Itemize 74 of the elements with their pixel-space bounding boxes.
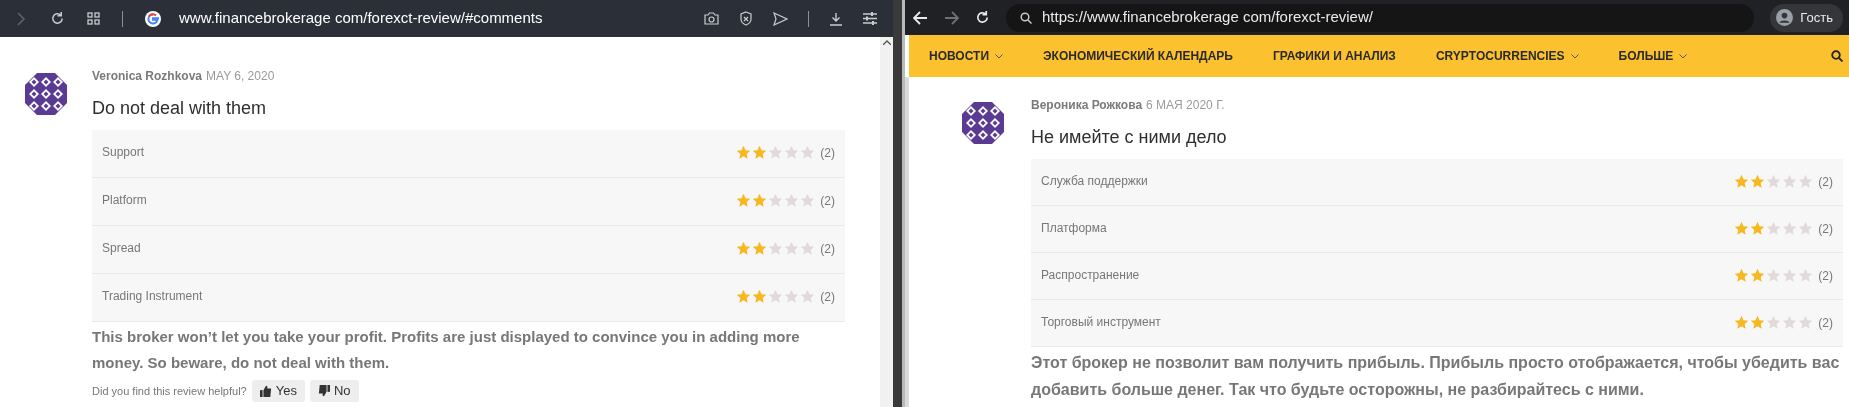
url-text: https://www.financebrokerage com/forexct-review/ [1042,7,1373,28]
no-button[interactable]: No [309,380,359,402]
filled-star-icon [1734,315,1750,330]
shield-icon[interactable] [739,11,753,26]
reload-icon[interactable] [975,10,990,25]
profile-button[interactable]: Гость [1770,3,1843,32]
chevron-down-icon [995,53,1004,59]
filled-star-icon [736,193,752,208]
nav-link[interactable]: БОЛЬШЕ [1618,47,1688,65]
rating-count: (2) [1818,315,1833,332]
forward-icon[interactable] [944,10,959,25]
helpful-question: Did you find this review helpful? [92,383,247,399]
nav-link[interactable]: CRYPTOCURRENCIES [1435,47,1579,65]
yes-button[interactable]: Yes [251,380,305,402]
rating-count: (2) [820,193,835,210]
nav-link[interactable]: ЭКОНОМИЧЕСКИЙ КАЛЕНДАРЬ [1043,47,1233,65]
rating-count: (2) [820,145,835,162]
filled-star-icon [1734,174,1750,189]
reload-icon[interactable] [50,11,65,26]
author-name[interactable]: Veronica Rozhkova [92,67,203,85]
filled-star-icon [752,145,768,160]
filled-star-icon [752,241,768,256]
rating-label: Платформа [1041,220,1107,237]
filled-star-icon [752,193,768,208]
rating-label: Служба поддержки [1041,173,1148,190]
filled-star-icon [1750,221,1766,236]
search-icon [1020,11,1032,24]
review-text: Этот брокер не позволит вам получить прибыль. Прибыль просто отображается, чтобы убедить вас добавить больше денег. Так что будьте осторожны, не разбирайтесь с ними. [1031,353,1841,400]
scroll-up-icon[interactable] [882,40,891,45]
user-icon [1776,9,1794,26]
rating-label: Spread [102,240,141,257]
rating-label: Trading Instrument [102,288,203,305]
filled-star-icon [736,241,752,256]
rating-label: Platform [102,192,147,209]
filled-star-icon [1734,268,1750,283]
filled-star-icon [1734,221,1750,236]
filled-star-icon [752,289,768,304]
back-icon[interactable] [913,10,928,25]
avatar-pattern [25,73,67,115]
rating-label: Support [102,144,145,161]
rating-label: Распространение [1041,267,1140,284]
send-icon[interactable] [773,11,788,26]
scrollbar[interactable] [880,37,893,407]
filled-star-icon [1750,315,1766,330]
rating-count: (2) [1818,221,1833,238]
rating-count: (2) [1818,174,1833,191]
grid-icon[interactable] [87,12,100,25]
filled-star-icon [736,289,752,304]
review-text: This broker won’t let you take your profit. Profits are just displayed to convince you in adding more money. So beware, do not deal with them. [92,327,801,373]
thumbs-up-icon [259,385,272,397]
rating-count: (2) [1818,268,1833,285]
camera-icon[interactable] [704,12,719,25]
settings-icon[interactable] [863,12,877,25]
chevron-down-icon [1570,53,1579,59]
address-bar[interactable]: https://www.financebrokerage com/forexct-review/ [1006,3,1755,32]
filled-star-icon [1750,268,1766,283]
nav-link[interactable]: НОВОСТИ [929,47,1004,65]
rating-count: (2) [820,241,835,258]
rating-label: Торговый инструмент [1041,314,1161,331]
download-icon[interactable] [829,11,843,26]
author-name[interactable]: Вероника Рожкова [1031,96,1143,114]
chevron-down-icon [1679,53,1688,59]
rating-count: (2) [820,289,835,306]
avatar-pattern [962,102,1004,144]
thumbs-down-icon [317,385,330,397]
nav-link[interactable]: ГРАФИКИ И АНАЛИЗ [1272,47,1396,65]
search-icon[interactable] [1831,50,1843,62]
filled-star-icon [736,145,752,160]
review-date: MAY 6, 2020 [206,68,275,85]
review-title: Do not deal with them [92,97,268,120]
filled-star-icon [1750,174,1766,189]
review-date: 6 МАЯ 2020 Г. [1146,97,1225,114]
google-icon [145,10,161,27]
review-title: Не имейте с ними дело [1031,126,1228,149]
